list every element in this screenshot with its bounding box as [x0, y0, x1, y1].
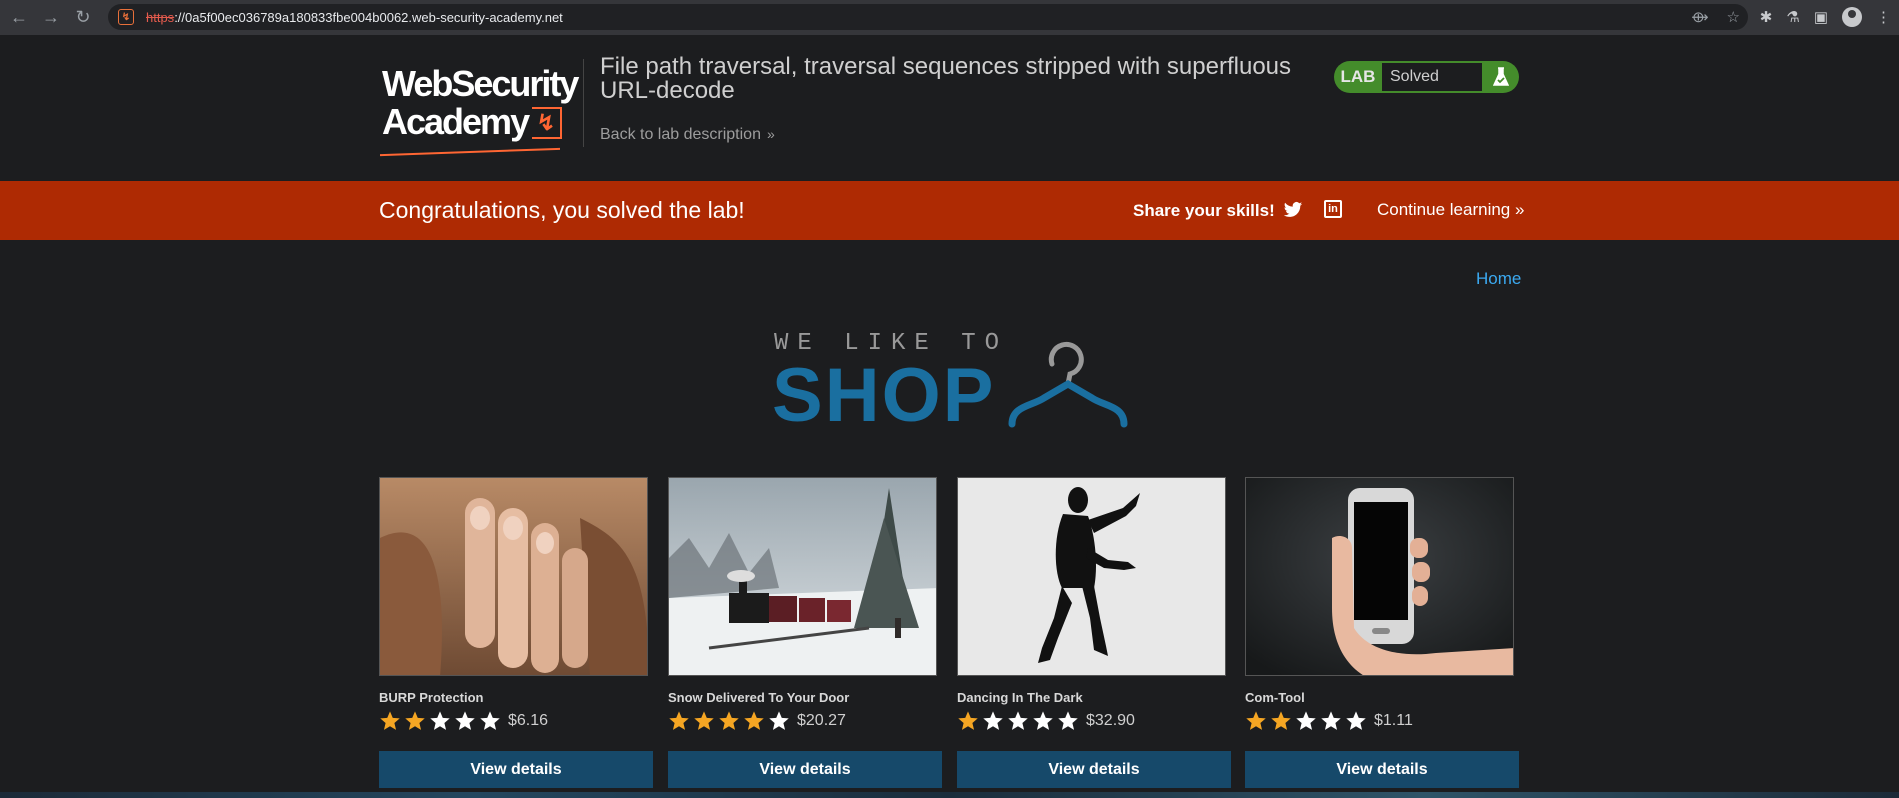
star-filled-icon — [744, 711, 764, 730]
star-filled-icon — [669, 711, 689, 730]
product-name: BURP Protection — [379, 690, 484, 705]
lab-status-text: Solved — [1382, 63, 1482, 91]
product-rating: $32.90 — [957, 710, 1135, 732]
side-panel-icon[interactable]: ▣ — [1814, 8, 1828, 26]
continue-learning-link[interactable]: Continue learning » — [1377, 200, 1524, 220]
star-empty-icon — [1008, 711, 1028, 730]
url-text[interactable]: https://0a5f00ec036789a180833fbe004b0062… — [146, 10, 563, 25]
product-image-dancing-in-the-dark[interactable] — [957, 477, 1226, 676]
logo-line2: Academy — [382, 101, 530, 142]
shop-logo-title: SHOP — [772, 353, 996, 438]
product-rating: $6.16 — [379, 710, 548, 732]
star-empty-icon — [430, 711, 450, 730]
header-divider — [583, 59, 584, 147]
linkedin-icon[interactable]: in — [1324, 200, 1342, 218]
hanger-icon — [1008, 341, 1128, 428]
lab-header: WebSecurity Academy ↯ File path traversa… — [0, 35, 1899, 181]
star-empty-icon — [983, 711, 1003, 730]
star-filled-icon — [719, 711, 739, 730]
product-card: BURP Protection $6.16 View details — [379, 477, 653, 788]
forward-icon[interactable]: → — [38, 5, 64, 31]
solved-banner: Congratulations, you solved the lab! Sha… — [0, 181, 1899, 240]
product-rating: $20.27 — [668, 710, 846, 732]
star-filled-icon — [958, 711, 978, 730]
double-chevron-right-icon: » — [766, 126, 775, 142]
star-filled-icon — [405, 711, 425, 730]
star-empty-icon — [1296, 711, 1316, 730]
product-name: Com-Tool — [1245, 690, 1305, 705]
site-favicon-icon: ↯ — [118, 9, 134, 25]
product-image-burp-protection[interactable] — [379, 477, 648, 676]
product-price: $20.27 — [797, 712, 846, 729]
product-price: $32.90 — [1086, 712, 1135, 729]
double-chevron-right-icon: » — [1515, 200, 1525, 219]
flask-check-icon — [1482, 67, 1519, 87]
product-price: $1.11 — [1374, 712, 1413, 729]
back-icon[interactable]: ← — [6, 5, 32, 31]
view-details-button[interactable]: View details — [1245, 751, 1519, 788]
product-image-com-tool[interactable] — [1245, 477, 1514, 676]
address-bar[interactable]: ↯ https://0a5f00ec036789a180833fbe004b00… — [108, 4, 1748, 30]
share-icon[interactable]: ⟴ — [1691, 8, 1708, 26]
view-details-button[interactable]: View details — [668, 751, 942, 788]
star-empty-icon — [1058, 711, 1078, 730]
reload-icon[interactable]: ↻ — [70, 5, 96, 31]
product-card: Dancing In The Dark $32.90 View details — [957, 477, 1231, 788]
view-details-button[interactable]: View details — [379, 751, 653, 788]
product-card: Com-Tool $1.11 View details — [1245, 477, 1519, 788]
twitter-icon[interactable] — [1283, 200, 1303, 220]
star-empty-icon — [769, 711, 789, 730]
star-filled-icon — [1246, 711, 1266, 730]
share-skills-label: Share your skills! — [1133, 201, 1275, 220]
product-card: Snow Delivered To Your Door $20.27 View … — [668, 477, 942, 788]
star-filled-icon — [380, 711, 400, 730]
lightning-bolt-icon: ↯ — [532, 107, 562, 139]
url-host: ://0a5f00ec036789a180833fbe004b0062.web-… — [174, 9, 563, 25]
star-empty-icon — [455, 711, 475, 730]
product-grid: BURP Protection $6.16 View details Snow … — [379, 477, 1519, 798]
menu-icon[interactable]: ⋮ — [1876, 8, 1891, 26]
flask-extension-icon[interactable]: ⚗ — [1786, 8, 1799, 26]
browser-toolbar: ← → ↻ ↯ https://0a5f00ec036789a180833fbe… — [0, 0, 1899, 35]
star-empty-icon — [480, 711, 500, 730]
logo-underline — [380, 147, 560, 157]
star-filled-icon — [1271, 711, 1291, 730]
url-scheme: https — [146, 9, 175, 25]
web-security-academy-logo[interactable]: WebSecurity Academy ↯ — [380, 61, 580, 171]
back-to-lab-description-link[interactable]: Back to lab description » — [600, 126, 775, 144]
continue-learning-label: Continue learning — [1377, 200, 1511, 219]
home-link[interactable]: Home — [1476, 269, 1521, 289]
star-empty-icon — [1346, 711, 1366, 730]
star-filled-icon — [694, 711, 714, 730]
product-name: Dancing In The Dark — [957, 690, 1083, 705]
lab-badge-label: LAB — [1340, 67, 1376, 86]
star-empty-icon — [1321, 711, 1341, 730]
we-like-to-shop-logo: WE LIKE TO SHOP — [772, 328, 1132, 448]
star-empty-icon — [1033, 711, 1053, 730]
logo-line1: WebSecurity — [382, 63, 579, 104]
lab-title: File path traversal, traversal sequences… — [600, 53, 1292, 104]
lab-status-badge: LAB Solved — [1334, 61, 1519, 93]
desktop-taskbar-strip — [0, 792, 1899, 798]
back-link-label: Back to lab description — [600, 126, 761, 143]
profile-icon[interactable] — [1842, 7, 1862, 27]
congrats-message: Congratulations, you solved the lab! — [379, 197, 745, 223]
view-details-button[interactable]: View details — [957, 751, 1231, 788]
product-image-snow-delivered[interactable] — [668, 477, 937, 676]
bookmark-star-icon[interactable]: ☆ — [1727, 8, 1740, 26]
product-rating: $1.11 — [1245, 710, 1413, 732]
product-name: Snow Delivered To Your Door — [668, 690, 850, 705]
product-price: $6.16 — [508, 712, 549, 729]
extensions-icon[interactable]: ✱ — [1760, 8, 1773, 26]
